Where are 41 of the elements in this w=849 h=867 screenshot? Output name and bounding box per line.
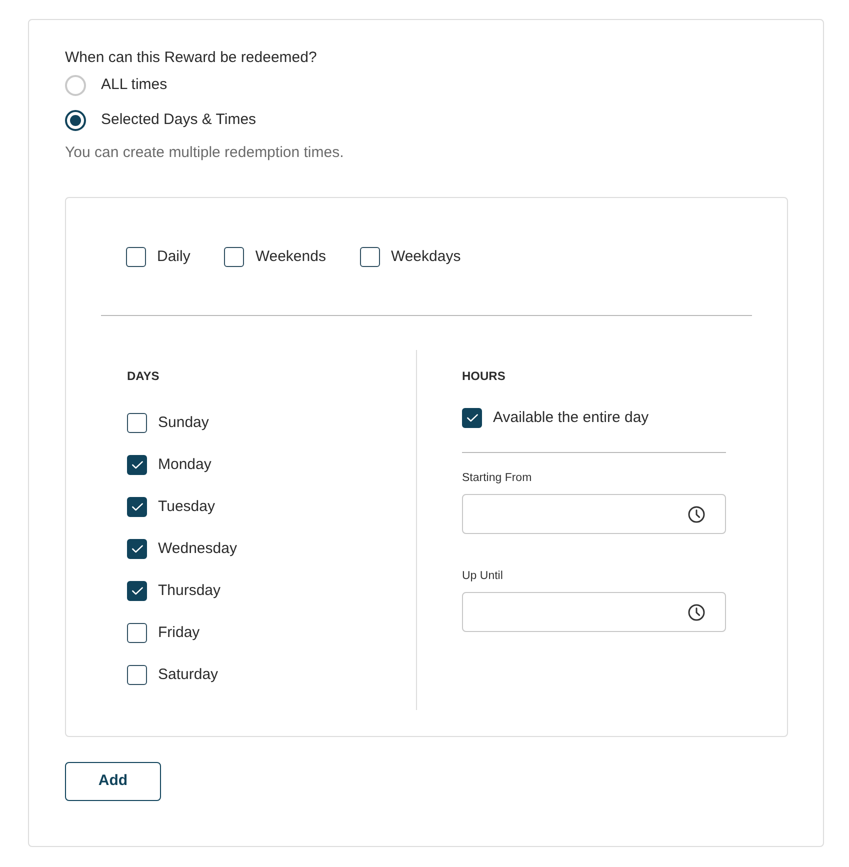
checkbox-label: Available the entire day: [493, 408, 649, 428]
check-icon: [132, 545, 142, 553]
field-label: Starting From: [462, 471, 532, 486]
day-label: Thursday: [158, 581, 221, 601]
checkbox[interactable]: [127, 455, 147, 475]
section-heading: HOURS: [462, 368, 506, 384]
checkbox[interactable]: [127, 497, 147, 517]
field-label: Up Until: [462, 569, 503, 584]
radio-button[interactable]: [65, 110, 86, 130]
option-label: ALL times: [101, 75, 168, 95]
checkbox[interactable]: [127, 413, 147, 433]
check-icon: [132, 461, 142, 469]
option-label: Selected Days & Times: [101, 110, 256, 130]
checkbox[interactable]: [127, 665, 147, 685]
checkbox[interactable]: [127, 623, 147, 643]
clock-icon[interactable]: [688, 506, 705, 522]
checkbox-label: Daily: [157, 247, 190, 267]
check-icon: [132, 587, 142, 595]
day-label: Wednesday: [158, 539, 237, 559]
checkbox[interactable]: [126, 247, 146, 267]
day-label: Sunday: [158, 413, 209, 433]
help-text: You can create multiple redemption times.: [65, 143, 344, 163]
day-label: Saturday: [158, 665, 218, 685]
checkbox-label: Weekdays: [390, 247, 461, 267]
checkbox[interactable]: [127, 539, 147, 559]
checkbox[interactable]: [127, 581, 147, 601]
clock-icon[interactable]: [688, 604, 705, 620]
checkbox[interactable]: [224, 247, 244, 267]
time-field[interactable]: [462, 494, 726, 534]
checkbox-label: Weekends: [255, 247, 326, 267]
day-label: Monday: [158, 455, 212, 475]
check-icon: [132, 503, 142, 511]
checkbox[interactable]: [462, 408, 482, 428]
checkbox[interactable]: [360, 247, 380, 267]
question-text: When can this Reward be redeemed?: [65, 48, 317, 68]
time-field[interactable]: [462, 592, 726, 632]
add-button[interactable]: Add: [65, 762, 161, 801]
day-label: Tuesday: [158, 497, 215, 517]
check-icon: [466, 414, 478, 422]
day-label: Friday: [158, 623, 200, 643]
section-heading: DAYS: [127, 368, 160, 384]
